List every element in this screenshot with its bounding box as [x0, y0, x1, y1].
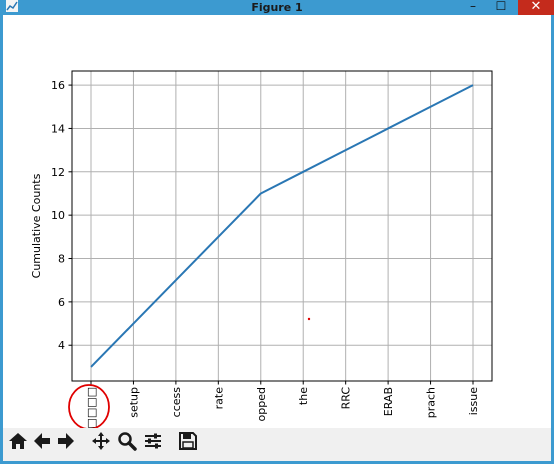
forward-arrow-icon — [58, 433, 74, 449]
minimize-button[interactable]: – — [465, 0, 481, 15]
x-tick-label: □□□□ — [85, 387, 98, 428]
x-tick-label: ccess — [170, 387, 183, 418]
pan-button[interactable] — [90, 430, 112, 452]
y-tick-label: 16 — [51, 79, 65, 92]
close-button[interactable]: ✕ — [518, 0, 554, 15]
x-tick-label: issue — [467, 387, 480, 415]
home-icon — [9, 433, 27, 449]
x-tick-label: ERAB — [382, 387, 395, 416]
zoom-icon — [118, 432, 137, 451]
save-button[interactable] — [177, 430, 199, 452]
configure-subplots-button[interactable] — [142, 430, 164, 452]
back-arrow-icon — [34, 433, 50, 449]
y-tick-label: 4 — [58, 339, 65, 352]
x-tick-label: setup — [127, 387, 140, 418]
stray-red-dot — [307, 317, 311, 321]
y-tick-label: 12 — [51, 166, 65, 179]
x-tick-labels: □□□□ setup ccess rate opped the RRC ERAB prach is… — [85, 387, 480, 428]
y-tick-label: 6 — [58, 296, 65, 309]
plot-area — [72, 71, 492, 381]
x-tick-label: the — [297, 387, 310, 405]
y-tick-label: 14 — [51, 122, 65, 135]
forward-button[interactable] — [55, 430, 77, 452]
back-button[interactable] — [31, 430, 53, 452]
home-button[interactable] — [7, 430, 29, 452]
save-icon — [179, 432, 197, 450]
y-tick-label: 8 — [58, 253, 65, 266]
y-axis-label: Cumulative Counts — [30, 173, 43, 278]
navigation-toolbar — [3, 428, 551, 461]
configure-subplots-icon — [145, 433, 161, 449]
maximize-button[interactable]: ☐ — [493, 0, 509, 15]
zoom-button[interactable] — [116, 430, 138, 452]
pan-icon — [92, 432, 110, 450]
x-tick-label: rate — [212, 387, 225, 410]
x-tick-label: opped — [255, 387, 268, 421]
x-tick-label: RRC — [340, 387, 353, 410]
figure-canvas[interactable]: 4 6 8 10 12 14 16 □□□□ setup ccess rate opped the RR… — [3, 15, 551, 428]
x-tick-label: prach — [425, 387, 438, 418]
y-tick-labels: 4 6 8 10 12 14 16 — [51, 79, 65, 352]
y-tick-label: 10 — [51, 209, 65, 222]
window-titlebar[interactable]: Figure 1 – ☐ ✕ — [0, 0, 554, 15]
